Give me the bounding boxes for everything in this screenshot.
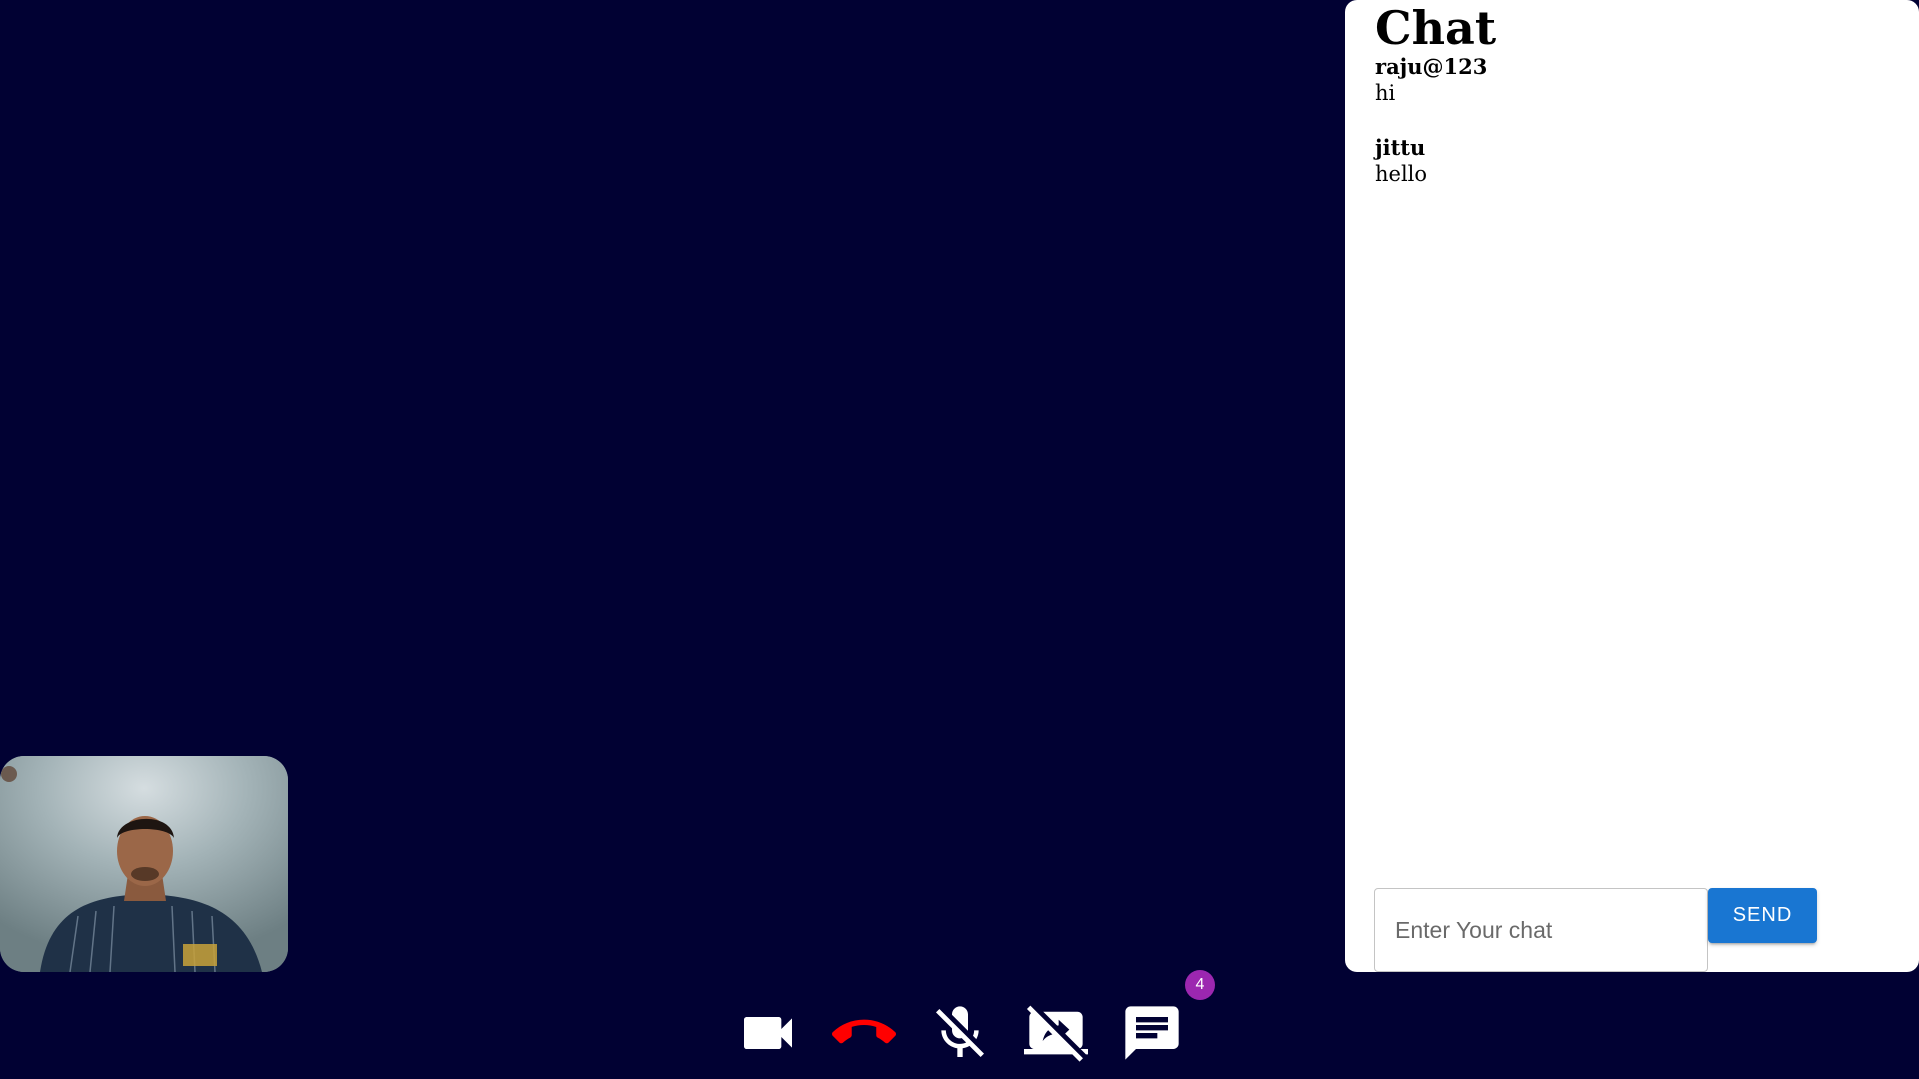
chat-input[interactable]	[1374, 888, 1708, 972]
end-call-button[interactable]	[826, 995, 902, 1071]
message-sender: raju@123	[1375, 54, 1488, 79]
message-text: hello	[1375, 162, 1428, 186]
toggle-mic-button[interactable]	[922, 995, 998, 1071]
message-sender: jittu	[1375, 135, 1426, 160]
toggle-chat-button[interactable]	[1114, 995, 1190, 1071]
chat-panel: Chat raju@123 hi jittu hello	[1345, 0, 1919, 972]
chat-title: Chat	[1375, 1, 1497, 55]
chat-message-list: raju@123 hi jittu hello	[1375, 54, 1899, 216]
local-video-preview	[0, 756, 288, 972]
chat-message: jittu hello	[1375, 135, 1899, 187]
videocam-icon	[744, 1017, 792, 1049]
message-text: hi	[1375, 81, 1396, 105]
mic-off-icon	[936, 1006, 984, 1057]
toggle-screen-share-button[interactable]	[1018, 995, 1094, 1071]
send-button[interactable]: SEND	[1708, 888, 1817, 943]
screen-share-off-icon	[1024, 1005, 1088, 1062]
camera-feed-image	[0, 756, 288, 972]
chat-unread-badge: 4	[1185, 970, 1215, 1000]
video-call-screen: Chat raju@123 hi jittu hello SEND	[0, 0, 1919, 1079]
toggle-video-button[interactable]	[730, 995, 806, 1071]
chat-message: raju@123 hi	[1375, 54, 1899, 106]
call-end-icon	[832, 1019, 896, 1044]
chat-icon	[1125, 1006, 1179, 1060]
